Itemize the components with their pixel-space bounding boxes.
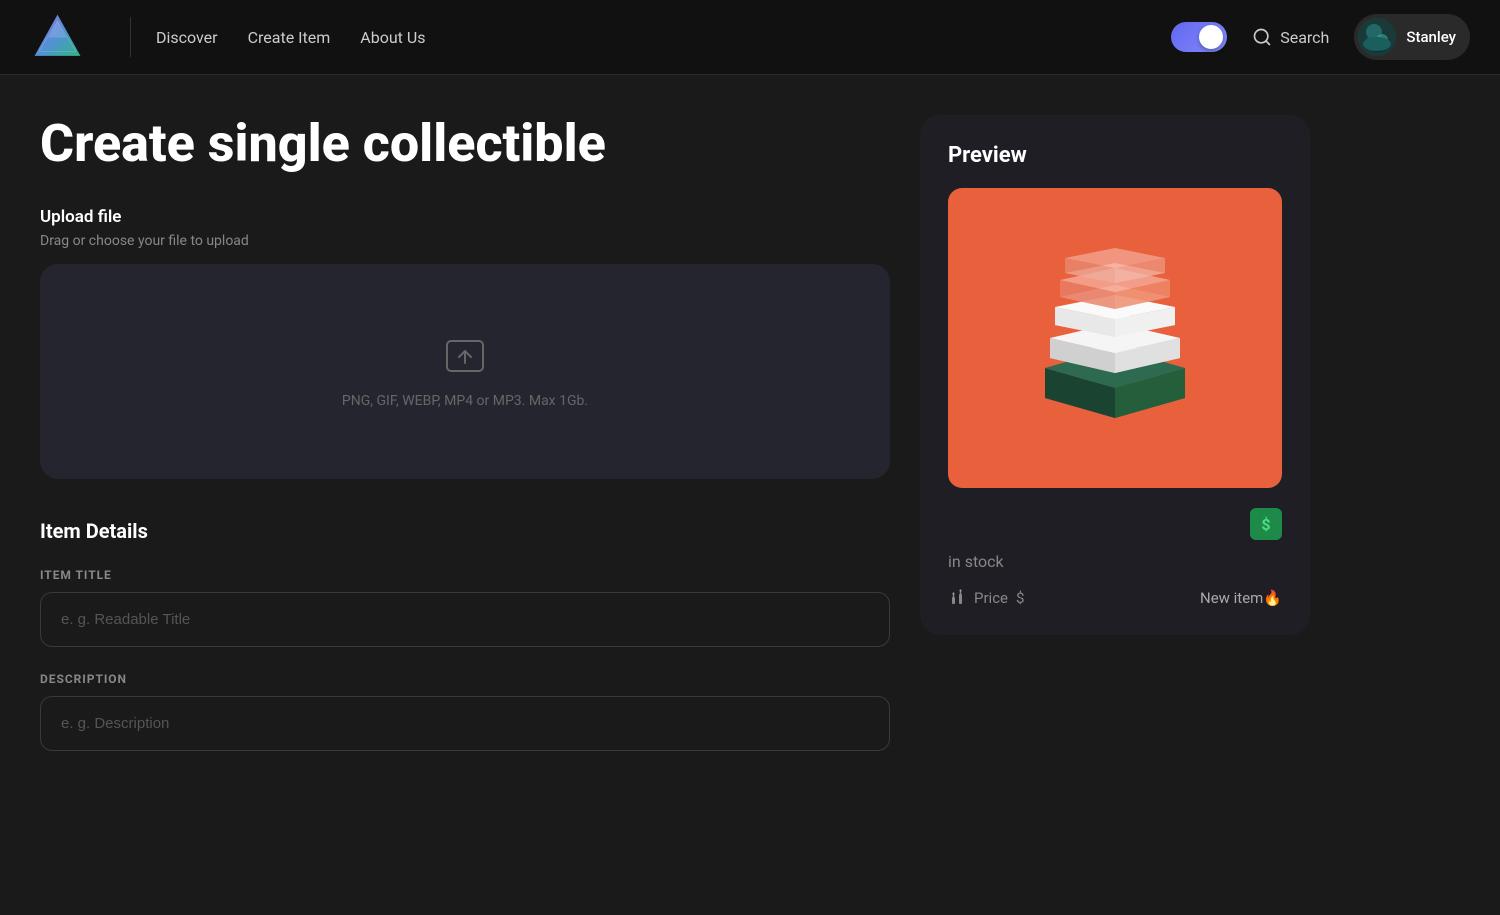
search-icon <box>1252 27 1272 47</box>
price-value: $ <box>1016 589 1024 607</box>
new-item-label: New item🔥 <box>1200 589 1282 607</box>
upload-label: Upload file <box>40 207 890 227</box>
nav-right: Search Stanley <box>1171 14 1470 60</box>
preview-card: Preview <box>920 115 1310 635</box>
search-label: Search <box>1280 28 1329 47</box>
avatar <box>1358 18 1396 56</box>
username-label: Stanley <box>1406 28 1456 46</box>
left-panel: Create single collectible Upload file Dr… <box>40 115 890 806</box>
upload-icon <box>443 335 487 379</box>
preview-image <box>948 188 1282 488</box>
in-stock-label: in stock <box>948 552 1282 571</box>
logo-area[interactable] <box>30 10 85 65</box>
item-title-label: ITEM TITLE <box>40 568 890 582</box>
nav-about-us[interactable]: About Us <box>360 28 425 47</box>
page-title: Create single collectible <box>40 115 890 172</box>
price-badge-symbol: $ <box>1261 515 1270 534</box>
nav-divider <box>130 17 131 57</box>
toggle-knob <box>1199 25 1223 49</box>
upload-section: Upload file Drag or choose your file to … <box>40 207 890 479</box>
price-icon <box>948 589 966 607</box>
nav-links: Discover Create Item About Us <box>156 28 425 47</box>
search-area[interactable]: Search <box>1252 27 1329 47</box>
item-details-section: Item Details ITEM TITLE DESCRIPTION <box>40 519 890 776</box>
dark-mode-toggle[interactable] <box>1171 22 1227 52</box>
price-badge: $ <box>1250 508 1282 540</box>
description-label: DESCRIPTION <box>40 672 890 686</box>
price-label: Price <box>974 589 1008 607</box>
nav-discover[interactable]: Discover <box>156 28 218 47</box>
main-content: Create single collectible Upload file Dr… <box>0 75 1500 846</box>
preview-title: Preview <box>948 143 1282 168</box>
item-title-input[interactable] <box>40 592 890 647</box>
item-details-title: Item Details <box>40 519 890 543</box>
upload-hint: PNG, GIF, WEBP, MP4 or MP3. Max 1Gb. <box>342 393 588 409</box>
navbar: Discover Create Item About Us Search <box>0 0 1500 75</box>
upload-dropzone[interactable]: PNG, GIF, WEBP, MP4 or MP3. Max 1Gb. <box>40 264 890 479</box>
right-panel: Preview <box>920 115 1310 806</box>
nav-create-item[interactable]: Create Item <box>248 28 331 47</box>
logo-icon <box>30 10 85 65</box>
layers-illustration <box>1000 223 1230 453</box>
upload-sublabel: Drag or choose your file to upload <box>40 233 890 249</box>
user-area[interactable]: Stanley <box>1354 14 1470 60</box>
candle-icon <box>948 589 966 607</box>
description-input[interactable] <box>40 696 890 751</box>
preview-footer: Price $ New item🔥 <box>948 589 1282 607</box>
price-area: Price $ <box>948 589 1024 607</box>
